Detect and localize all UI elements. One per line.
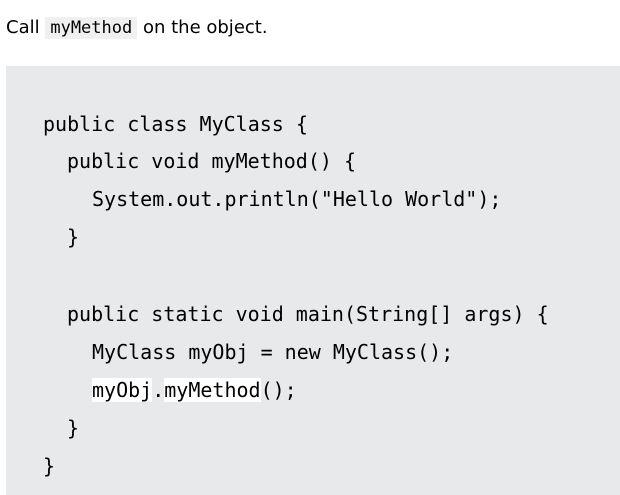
instruction-suffix: on the object.	[142, 17, 268, 38]
instruction-text: Call myMethod on the object.	[6, 14, 268, 42]
code-line-method-call: myObj.myMethod();	[92, 371, 297, 409]
code-line-class-close: }	[43, 454, 56, 478]
code-line-main-close: }	[67, 416, 80, 440]
input-field-object[interactable]: myObj	[92, 378, 153, 402]
code-call-parens: ();	[260, 378, 297, 402]
instruction-prefix: Call	[6, 17, 40, 38]
inline-code-method: myMethod	[45, 17, 138, 39]
input-field-method[interactable]: myMethod	[164, 378, 261, 402]
code-dot: .	[152, 378, 165, 402]
code-block: public class MyClass { public void myMet…	[6, 66, 620, 495]
code-line-method-declaration: public void myMethod() {	[67, 149, 356, 173]
code-line-println: System.out.println("Hello World");	[92, 187, 502, 211]
code-line-method-close: }	[67, 225, 80, 249]
code-line-class-declaration: public class MyClass {	[43, 112, 308, 136]
code-line-main-declaration: public static void main(String[] args) {	[67, 302, 549, 326]
code-line-object-creation: MyClass myObj = new MyClass();	[92, 340, 454, 364]
